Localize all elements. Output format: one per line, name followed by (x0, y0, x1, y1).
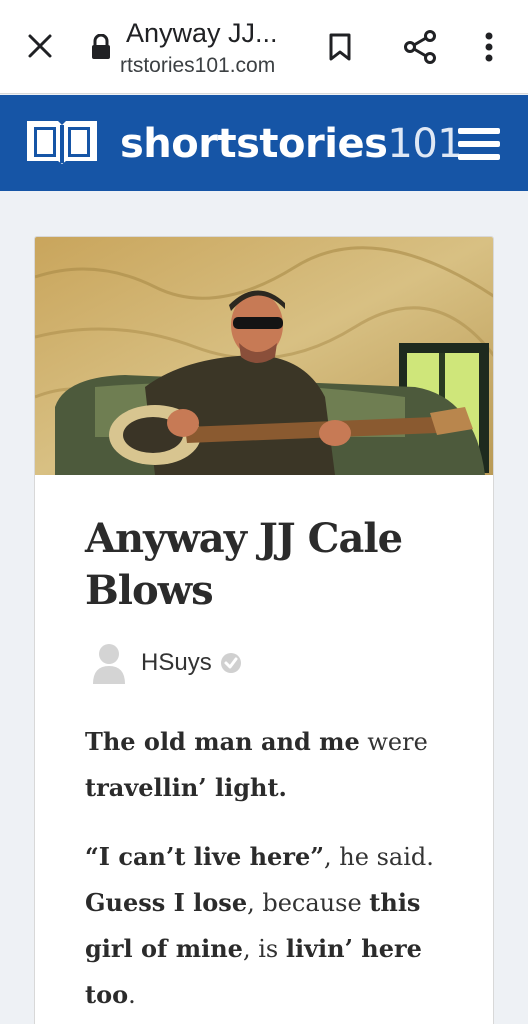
url-text[interactable]: rtstories101.com (120, 54, 295, 78)
site-name-primary: shortstories (120, 121, 388, 167)
menu-bar (458, 141, 500, 147)
story-text: , he said. (324, 843, 434, 871)
close-button[interactable] (22, 28, 58, 64)
author-name[interactable]: HSuys (141, 649, 212, 677)
site-header: shortstories101 (0, 95, 528, 191)
browser-toolbar: Anyway JJ... rtstories101.com (0, 0, 528, 94)
story-text: were (359, 728, 428, 756)
more-options-button[interactable] (474, 28, 504, 66)
story-hero-image[interactable] (35, 237, 494, 475)
menu-bar (458, 128, 500, 134)
close-icon (28, 34, 52, 58)
menu-bar (458, 154, 500, 160)
more-vert-icon (485, 32, 493, 62)
story-paragraph: The old man and me were travellin’ light… (85, 719, 457, 811)
story-body: The old man and me were travellin’ light… (85, 719, 457, 1024)
story-text-bold: travellin’ light. (85, 773, 287, 802)
bookmark-icon (329, 33, 351, 61)
story-text: . (128, 981, 136, 1009)
story-title: Anyway JJ Cale Blows (85, 515, 403, 614)
hamburger-menu-icon[interactable] (458, 127, 500, 161)
story-text-bold: “I can’t live here” (85, 842, 325, 871)
site-name-number: 101 (387, 121, 463, 167)
share-icon (404, 30, 436, 64)
lock-icon (92, 34, 110, 59)
share-button[interactable] (400, 28, 440, 66)
story-text: , because (247, 889, 370, 917)
verified-icon (220, 653, 241, 673)
story-paragraph: “I can’t live here”, he said. Guess I lo… (85, 834, 457, 1018)
story-card: Anyway JJ Cale Blows HSuys The old man a… (34, 236, 494, 1024)
bookmark-button[interactable] (322, 28, 358, 66)
story-text-bold: Guess I lose (85, 888, 248, 917)
tab-title[interactable]: Anyway JJ... (126, 18, 296, 49)
author-row[interactable]: HSuys (91, 641, 242, 685)
book-logo-icon[interactable] (24, 117, 100, 165)
story-text-bold: The old man and me (85, 727, 360, 756)
story-text: , is (242, 935, 286, 963)
avatar-icon[interactable] (91, 642, 127, 684)
site-name[interactable]: shortstories101 (120, 121, 463, 167)
